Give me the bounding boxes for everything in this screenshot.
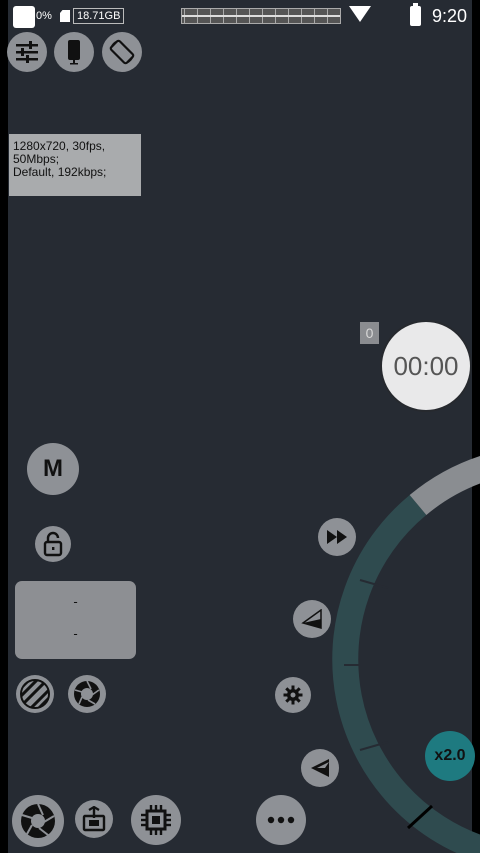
gear-icon bbox=[283, 685, 303, 705]
zebra-button[interactable] bbox=[16, 675, 54, 713]
manual-mode-button[interactable]: M bbox=[27, 443, 79, 495]
lock-button[interactable] bbox=[35, 526, 71, 562]
chip-icon bbox=[141, 805, 171, 835]
tray-download-icon bbox=[82, 806, 106, 832]
zoom-level-badge[interactable]: x2.0 bbox=[425, 731, 475, 781]
white-balance-button[interactable] bbox=[301, 749, 339, 787]
zebra-stripes-icon bbox=[20, 679, 50, 709]
gallery-button[interactable] bbox=[75, 800, 113, 838]
processor-button[interactable] bbox=[131, 795, 181, 845]
more-button[interactable] bbox=[256, 795, 306, 845]
fast-forward-icon bbox=[327, 530, 347, 544]
focus-triangle-icon bbox=[301, 609, 322, 629]
exposure-info-panel[interactable]: - - bbox=[15, 581, 136, 659]
more-dots-icon bbox=[267, 816, 295, 824]
aperture-button[interactable] bbox=[68, 675, 106, 713]
unlock-icon bbox=[43, 531, 63, 557]
wedge-triangle-icon bbox=[311, 759, 329, 777]
shutter-icon bbox=[21, 803, 55, 838]
fast-forward-button[interactable] bbox=[318, 518, 356, 556]
aperture-icon bbox=[74, 680, 100, 707]
exposure-value-1: - bbox=[73, 594, 78, 609]
exposure-value-2: - bbox=[73, 626, 78, 641]
shutter-button[interactable] bbox=[12, 795, 64, 847]
zoom-arc[interactable] bbox=[0, 0, 480, 853]
focus-button[interactable] bbox=[293, 600, 331, 638]
gear-button[interactable] bbox=[275, 677, 311, 713]
